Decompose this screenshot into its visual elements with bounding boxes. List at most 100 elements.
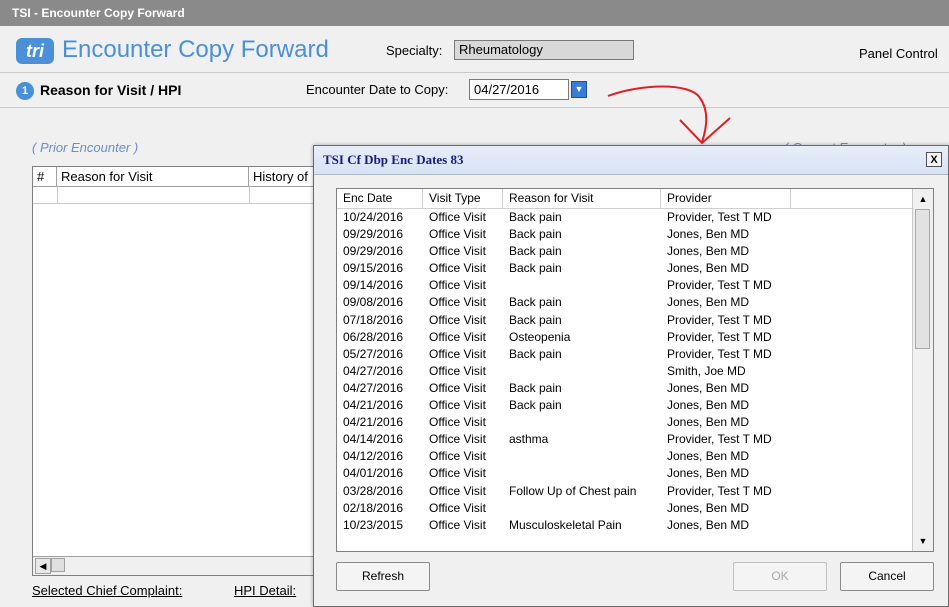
row-enc-date: 10/24/2016 [343, 210, 404, 224]
scroll-up-icon[interactable]: ▲ [915, 191, 931, 207]
row-reason: Back pain [509, 398, 562, 413]
row-provider: Jones, Ben MD [667, 517, 750, 532]
column-header-provider[interactable]: Provider [661, 189, 791, 208]
column-header-reason[interactable]: Reason for Visit [57, 167, 249, 186]
list-item[interactable]: 10/23/2015 Office Visit Musculoskeletal Pa… [337, 517, 913, 534]
list-item[interactable]: 09/15/2016 Office Visit Back pain Jones, Be… [337, 260, 913, 277]
row-enc-date: 04/14/2016 [343, 432, 404, 447]
row-enc-date: 04/12/2016 [343, 449, 404, 464]
row-reason: Back pain [509, 346, 562, 361]
column-header-number[interactable]: # [33, 167, 57, 186]
row-provider: Provider, Test T MD [667, 210, 772, 224]
list-item[interactable]: 04/01/2016 Office Visit Jones, Ben MD [337, 465, 913, 482]
encounter-list[interactable]: Enc Date Visit Type Reason for Visit Pro… [336, 188, 934, 552]
row-provider: Provider, Test T MD [667, 329, 772, 344]
scroll-down-icon[interactable]: ▼ [915, 533, 931, 549]
list-item[interactable]: 09/14/2016 Office Visit Provider, Test T M… [337, 277, 913, 294]
list-item[interactable]: 09/29/2016 Office Visit Back pain Jones, Be… [337, 226, 913, 243]
row-visit-type: Office Visit [429, 227, 486, 242]
row-visit-type: Office Visit [429, 312, 486, 327]
row-visit-type: Office Visit [429, 415, 486, 430]
row-provider: Provider, Test T MD [667, 346, 772, 361]
row-reason: Back pain [509, 312, 562, 327]
row-enc-date: 09/14/2016 [343, 278, 404, 293]
list-item[interactable]: 04/27/2016 Office Visit Back pain Jones, Be… [337, 380, 913, 397]
column-header-visit-type[interactable]: Visit Type [423, 189, 503, 208]
row-enc-date: 07/18/2016 [343, 312, 404, 327]
row-visit-type: Office Visit [429, 278, 486, 293]
encounter-date-field[interactable]: 04/27/2016 [469, 79, 569, 100]
list-item[interactable]: 04/21/2016 Office Visit Jones, Ben MD [337, 414, 913, 431]
row-provider: Jones, Ben MD [667, 415, 750, 430]
row-enc-date: 04/21/2016 [343, 398, 404, 413]
row-reason: Back pain [509, 261, 562, 276]
list-header: Enc Date Visit Type Reason for Visit Pro… [337, 189, 913, 209]
scroll-left-icon[interactable]: ◀ [35, 558, 51, 574]
section-title: Reason for Visit / HPI [40, 82, 182, 98]
specialty-field[interactable]: Rheumatology [454, 40, 634, 60]
row-provider: Jones, Ben MD [667, 227, 750, 242]
list-item[interactable]: 06/28/2016 Office Visit Osteopenia Provider… [337, 329, 913, 346]
list-item[interactable]: 03/28/2016 Office Visit Follow Up of Chest… [337, 483, 913, 500]
column-header-reason[interactable]: Reason for Visit [503, 189, 661, 208]
row-enc-date: 09/29/2016 [343, 227, 404, 242]
ok-button[interactable]: OK [733, 562, 827, 591]
row-visit-type: Office Visit [429, 466, 486, 481]
scroll-thumb[interactable] [51, 558, 65, 572]
window-title: TSI - Encounter Copy Forward [0, 0, 949, 26]
dialog-title: TSI Cf Dbp Enc Dates 83 [323, 152, 464, 167]
row-visit-type: Office Visit [429, 210, 486, 224]
list-item[interactable]: 10/24/2016 Office Visit Back pain Provider,… [337, 209, 913, 226]
prior-encounter-label: ( Prior Encounter ) [32, 140, 139, 155]
list-item[interactable]: 07/18/2016 Office Visit Back pain Provider,… [337, 312, 913, 329]
dialog-titlebar[interactable]: TSI Cf Dbp Enc Dates 83 X [314, 146, 948, 175]
cancel-button[interactable]: Cancel [840, 562, 934, 591]
list-item[interactable]: 09/29/2016 Office Visit Back pain Jones, Be… [337, 243, 913, 260]
horizontal-scrollbar[interactable]: ◀ [33, 556, 331, 575]
row-reason: asthma [509, 432, 549, 447]
refresh-button[interactable]: Refresh [336, 562, 430, 591]
row-provider: Jones, Ben MD [667, 500, 750, 515]
row-visit-type: Office Visit [429, 363, 486, 378]
list-item[interactable]: 02/18/2016 Office Visit Jones, Ben MD [337, 500, 913, 517]
row-visit-type: Office Visit [429, 346, 486, 361]
row-visit-type: Office Visit [429, 398, 486, 413]
row-reason: Back pain [509, 227, 562, 242]
selected-chief-complaint-label: Selected Chief Complaint: [32, 583, 183, 598]
chevron-down-icon[interactable]: ▼ [571, 81, 587, 98]
prior-reason-table[interactable]: # Reason for Visit History of ◀ [32, 166, 332, 576]
row-enc-date: 04/01/2016 [343, 466, 404, 481]
row-visit-type: Office Visit [429, 329, 486, 344]
list-item[interactable]: 04/21/2016 Office Visit Back pain Jones, Be… [337, 397, 913, 414]
list-item[interactable]: 09/08/2016 Office Visit Back pain Jones, Be… [337, 294, 913, 311]
list-item[interactable]: 05/27/2016 Office Visit Back pain Provider,… [337, 346, 913, 363]
row-visit-type: Office Visit [429, 295, 486, 310]
close-icon[interactable]: X [926, 152, 942, 167]
scroll-thumb[interactable] [915, 209, 930, 349]
row-reason: Follow Up of Chest pain [509, 483, 637, 498]
row-provider: Jones, Ben MD [667, 466, 750, 481]
encounter-date-label: Encounter Date to Copy: [306, 82, 449, 97]
row-enc-date: 09/08/2016 [343, 295, 404, 310]
app-logo: tri [16, 38, 54, 64]
panel-control-link[interactable]: Panel Control [859, 46, 938, 61]
row-visit-type: Office Visit [429, 500, 486, 515]
list-item[interactable]: 04/14/2016 Office Visit asthma Provider, Te… [337, 431, 913, 448]
row-provider: Provider, Test T MD [667, 312, 772, 327]
row-provider: Provider, Test T MD [667, 483, 772, 498]
table-row[interactable] [33, 186, 331, 204]
row-visit-type: Office Visit [429, 432, 486, 447]
list-item[interactable]: 04/27/2016 Office Visit Smith, Joe MD [337, 363, 913, 380]
column-header-enc-date[interactable]: Enc Date [337, 189, 423, 208]
vertical-scrollbar[interactable]: ▲ ▼ [912, 189, 933, 551]
row-provider: Jones, Ben MD [667, 295, 750, 310]
row-provider: Jones, Ben MD [667, 380, 750, 395]
row-enc-date: 09/29/2016 [343, 244, 404, 259]
row-provider: Jones, Ben MD [667, 244, 750, 259]
row-enc-date: 04/21/2016 [343, 415, 404, 430]
list-item[interactable]: 04/12/2016 Office Visit Jones, Ben MD [337, 448, 913, 465]
row-enc-date: 05/27/2016 [343, 346, 404, 361]
row-visit-type: Office Visit [429, 483, 486, 498]
row-enc-date: 06/28/2016 [343, 329, 404, 344]
row-provider: Jones, Ben MD [667, 261, 750, 276]
